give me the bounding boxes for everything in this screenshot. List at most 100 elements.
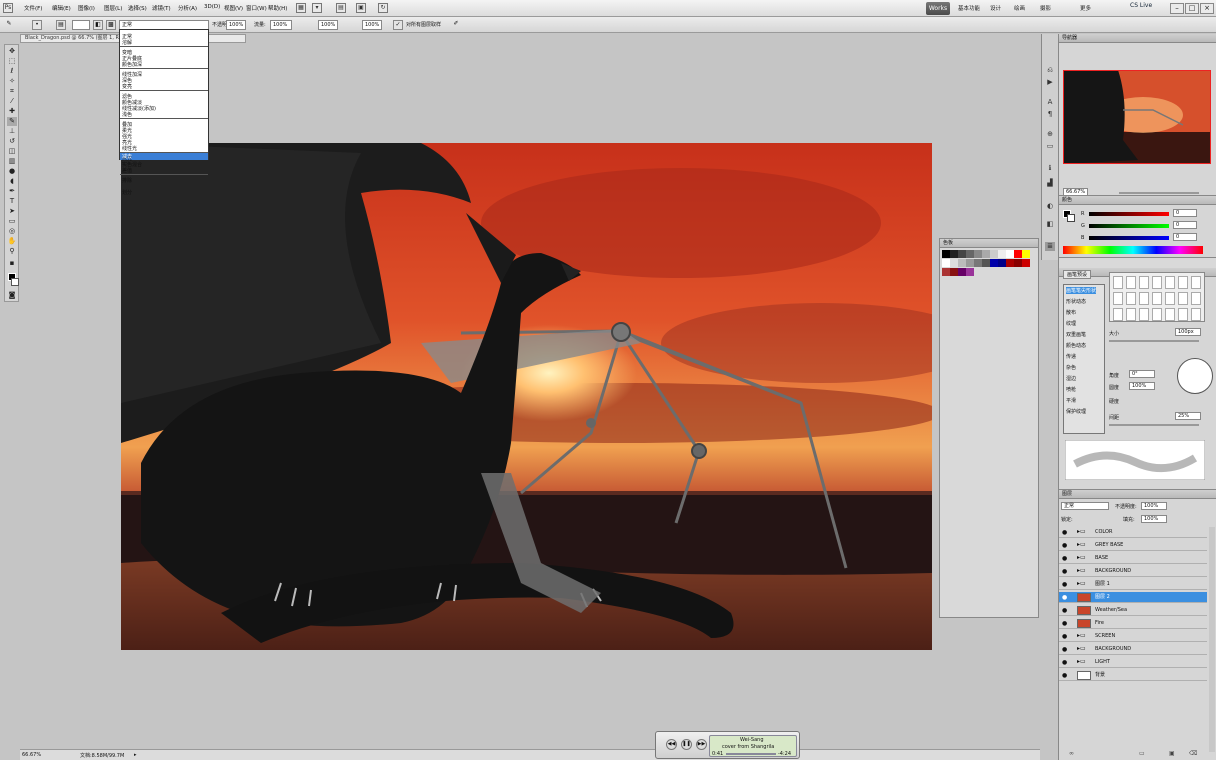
dropdown-item[interactable]: 颜色加深 [122,61,142,68]
toggle-brush-panel-icon[interactable]: ▤ [56,20,66,30]
eraser-tool-icon[interactable]: ◫ [7,147,17,156]
visibility-eye-icon[interactable]: ● [1062,580,1067,590]
color-swatch[interactable] [974,250,982,258]
brush-size-field[interactable]: 100px [1175,328,1201,336]
menu-file[interactable]: 文件(F) [24,4,42,12]
histogram-icon[interactable]: ▟ [1045,179,1055,188]
brush-presets-button[interactable]: 画笔预设 [1063,270,1092,279]
dropdown-item[interactable]: 变亮 [122,83,132,90]
brush-tip[interactable] [1139,276,1149,289]
gradient-tool-icon[interactable]: ▥ [7,157,17,166]
brush-tip[interactable] [1165,276,1175,289]
arrange-icon[interactable]: ▤ [336,3,346,13]
actions-icon[interactable]: ▶ [1045,78,1055,87]
folder-icon[interactable]: ▸▭ [1077,657,1086,667]
navigator-thumbnail[interactable] [1063,70,1211,164]
color-spectrum-bar[interactable] [1063,246,1203,254]
notes-icon[interactable]: ▭ [1045,142,1055,151]
previous-track-icon[interactable]: ◀◀ [666,739,677,750]
color-swatch[interactable] [942,250,950,258]
brush-tip[interactable] [1126,308,1136,321]
menu-edit[interactable]: 编辑(E) [52,4,71,12]
workspace-design[interactable]: 设计 [990,4,1001,12]
color-swatch[interactable] [1022,250,1030,258]
folder-icon[interactable]: ▸▭ [1077,579,1086,589]
masks-icon[interactable]: ◧ [1045,220,1055,229]
path-select-tool-icon[interactable]: ➤ [7,207,17,216]
brush-option-item[interactable]: 传递 [1066,353,1076,360]
layer-row[interactable]: ● ▸▭ LIGHT [1059,657,1207,668]
color-swatch[interactable] [950,259,958,267]
pen-tool-icon[interactable]: ✒ [7,187,17,196]
history-icon[interactable]: ⎌ [1045,66,1055,75]
visibility-eye-icon[interactable]: ● [1062,632,1067,642]
pause-icon[interactable]: ❚❚ [681,739,692,750]
visibility-eye-icon[interactable]: ● [1062,567,1067,577]
color-swatch[interactable] [966,250,974,258]
menu-image[interactable]: 图像(I) [78,4,95,12]
navigator-zoom-slider[interactable] [1119,192,1199,194]
dropdown-item[interactable]: 差值 [122,167,132,174]
visibility-eye-icon[interactable]: ● [1062,528,1067,538]
brush-option-item[interactable]: 双重画笔 [1066,331,1086,338]
color-swatch[interactable] [998,250,1006,258]
swatch-grid[interactable] [942,250,1032,290]
dropdown-item[interactable]: 排除 [122,177,132,184]
color-swatch[interactable] [974,259,982,267]
sample-all-checkbox[interactable]: ✓ [393,20,403,30]
3d-rotate-tool-icon[interactable]: ◎ [7,227,17,236]
dropdown-item[interactable]: 浅色 [122,111,132,118]
layer-row[interactable]: ● Fire [1059,618,1207,629]
brush-tip[interactable] [1165,308,1175,321]
brush-spacing-field[interactable]: 25% [1175,412,1201,420]
hand-tool-icon[interactable]: ✋ [7,237,17,246]
new-group-icon[interactable]: ▭ [1139,750,1145,757]
color-swatch[interactable] [958,259,966,267]
color-b-slider[interactable] [1089,236,1169,240]
adjustments-icon[interactable]: ◐ [1045,202,1055,211]
brush-tip[interactable] [1139,308,1149,321]
workspace-essentials[interactable]: 基本功能 [958,4,980,12]
color-swatch[interactable] [982,259,990,267]
brush-tip[interactable] [1152,276,1162,289]
brush-tip[interactable] [1126,292,1136,305]
menu-select[interactable]: 选择(S) [128,4,147,12]
option-field-3[interactable]: 100% [318,20,338,30]
brush-size-slider[interactable] [1109,340,1199,342]
brush-tip[interactable] [1139,292,1149,305]
visibility-eye-icon[interactable]: ● [1062,606,1067,616]
brush-tip[interactable] [1113,276,1123,289]
color-swatch[interactable] [966,259,974,267]
brush-tip[interactable] [1178,276,1188,289]
visibility-eye-icon[interactable]: ● [1062,541,1067,551]
healing-brush-tool-icon[interactable]: ✚ [7,107,17,116]
paragraph-icon[interactable]: ¶ [1045,110,1055,119]
dropdown-item[interactable]: 减去 [122,153,132,160]
track-progress-bar[interactable] [726,753,776,755]
visibility-eye-icon[interactable]: ● [1062,619,1067,629]
bridge-icon[interactable]: ▦ [296,3,306,13]
layer-opacity-field[interactable]: 100% [1141,502,1167,510]
lasso-tool-icon[interactable]: ℓ [7,67,17,76]
brush-roundness-field[interactable]: 100% [1129,382,1155,390]
layers-title[interactable]: 图层 [1059,490,1216,499]
next-track-icon[interactable]: ▶▶ [696,739,707,750]
workspace-more[interactable]: 更多 [1080,4,1091,12]
color-swatch[interactable] [990,259,998,267]
brush-tool-icon[interactable]: ✎ [7,117,17,126]
menu-layer[interactable]: 图层(L) [104,4,122,12]
brush-angle-field[interactable]: 0° [1129,370,1155,378]
delete-layer-icon[interactable]: ⌫ [1189,750,1197,757]
layer-row[interactable]: ● ▸▭ 图层 1 [1059,579,1207,590]
minimize-button[interactable]: – [1170,3,1184,14]
color-swatch[interactable] [942,259,950,267]
status-menu-arrow-icon[interactable]: ▸ [134,752,137,758]
menu-help[interactable]: 帮助(H) [268,4,287,12]
layer-row[interactable]: ● ▸▭ BACKGROUND [1059,566,1207,577]
brush-tip[interactable] [1191,308,1201,321]
brush-tip[interactable] [1113,308,1123,321]
layer-fill-field[interactable]: 100% [1141,515,1167,523]
menu-window[interactable]: 窗口(W) [246,4,267,12]
layer-row[interactable]: ● ▸▭ SCREEN [1059,631,1207,642]
document-canvas[interactable] [121,143,932,650]
